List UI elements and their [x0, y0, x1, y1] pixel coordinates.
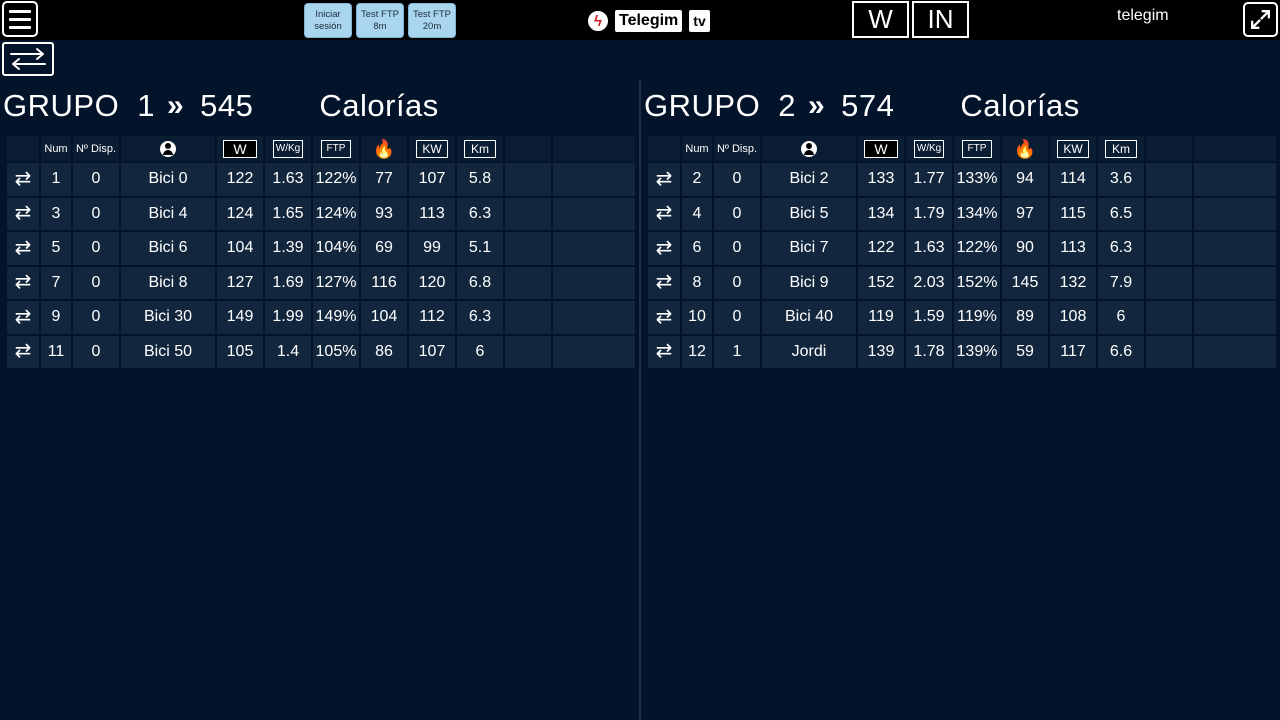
- fullscreen-icon[interactable]: [1243, 2, 1278, 37]
- table-row: ⇄ 5 0 Bici 6 104 1.39 104% 69 99 5.1: [7, 232, 635, 265]
- col-kw: KW: [1050, 136, 1096, 161]
- col-ftp: FTP: [954, 136, 1000, 161]
- rider-name: Bici 0: [121, 163, 215, 196]
- table-row: ⇄ 12 1 Jordi 139 1.78 139% 59 117 6.6: [648, 335, 1276, 368]
- test-ftp-20m-button[interactable]: Test FTP 20m: [408, 3, 456, 38]
- user-name: telegim: [1117, 7, 1169, 24]
- group-1-panel: GRUPO 1 » 545 Calorías Num Nº Disp. W W/…: [3, 86, 637, 368]
- group-word: GRUPO: [3, 88, 120, 123]
- swap-rider-icon[interactable]: ⇄: [7, 197, 39, 230]
- swap-rider-icon[interactable]: ⇄: [648, 232, 680, 265]
- group-divider: [639, 80, 641, 720]
- swap-groups-icon[interactable]: [2, 42, 54, 76]
- group-word: GRUPO: [644, 88, 761, 123]
- group-2-panel: GRUPO 2 » 574 Calorías Num Nº Disp. W W/…: [644, 86, 1278, 368]
- rider-name: Bici 8: [121, 266, 215, 299]
- col-user: [762, 136, 856, 161]
- mode-in-button[interactable]: IN: [912, 1, 969, 38]
- group-value: 545: [200, 88, 254, 123]
- rider-name: Bici 50: [121, 335, 215, 368]
- rider-name: Bici 2: [762, 163, 856, 196]
- col-num: Num: [682, 136, 712, 161]
- user-icon: [801, 140, 817, 157]
- group-metric: Calorías: [319, 88, 439, 123]
- menu-icon[interactable]: [2, 1, 38, 37]
- col-disp: Nº Disp.: [714, 136, 760, 161]
- rider-name: Bici 9: [762, 266, 856, 299]
- col-num: Num: [41, 136, 71, 161]
- col-km: Km: [457, 136, 503, 161]
- flame-icon: 🔥: [372, 138, 396, 159]
- col-w: W: [217, 136, 263, 161]
- table-row: ⇄ 7 0 Bici 8 127 1.69 127% 116 120 6.8: [7, 266, 635, 299]
- col-disp: Nº Disp.: [73, 136, 119, 161]
- col-calories: 🔥: [361, 136, 407, 161]
- col-kw: KW: [409, 136, 455, 161]
- table-row: ⇄ 1 0 Bici 0 122 1.63 122% 77 107 5.8: [7, 163, 635, 196]
- group-value: 574: [841, 88, 895, 123]
- col-wkg: W/Kg: [906, 136, 952, 161]
- table-row: ⇄ 9 0 Bici 30 149 1.99 149% 104 112 6.3: [7, 301, 635, 334]
- table-row: ⇄ 11 0 Bici 50 105 1.4 105% 86 107 6: [7, 335, 635, 368]
- swap-rider-icon[interactable]: ⇄: [7, 266, 39, 299]
- swap-rider-icon[interactable]: ⇄: [7, 163, 39, 196]
- col-calories: 🔥: [1002, 136, 1048, 161]
- swap-rider-icon[interactable]: ⇄: [7, 232, 39, 265]
- table-row: ⇄ 3 0 Bici 4 124 1.65 124% 93 113 6.3: [7, 197, 635, 230]
- swap-rider-icon[interactable]: ⇄: [648, 301, 680, 334]
- table-row: ⇄ 8 0 Bici 9 152 2.03 152% 145 132 7.9: [648, 266, 1276, 299]
- group-metric: Calorías: [960, 88, 1080, 123]
- rider-name: Bici 40: [762, 301, 856, 334]
- group-2-title: GRUPO 2 » 574 Calorías: [644, 86, 1278, 126]
- logo-mark-icon: ϟ: [586, 9, 610, 33]
- table-header: Num Nº Disp. W W/Kg FTP 🔥 KW Km: [7, 136, 635, 161]
- test-ftp-8m-button[interactable]: Test FTP 8m: [356, 3, 404, 38]
- chevron-right-icon: »: [166, 89, 185, 122]
- rider-name: Bici 30: [121, 301, 215, 334]
- rider-name: Bici 7: [762, 232, 856, 265]
- login-button[interactable]: Iniciar sesión: [304, 3, 352, 38]
- table-row: ⇄ 10 0 Bici 40 119 1.59 119% 89 108 6: [648, 301, 1276, 334]
- group-2-table: Num Nº Disp. W W/Kg FTP 🔥 KW Km ⇄ 2 0 Bi…: [646, 134, 1278, 370]
- rider-name: Jordi: [762, 335, 856, 368]
- col-w: W: [858, 136, 904, 161]
- col-user: [121, 136, 215, 161]
- table-header: Num Nº Disp. W W/Kg FTP 🔥 KW Km: [648, 136, 1276, 161]
- col-wkg: W/Kg: [265, 136, 311, 161]
- user-icon: [160, 140, 176, 157]
- flame-icon: 🔥: [1013, 138, 1037, 159]
- table-row: ⇄ 4 0 Bici 5 134 1.79 134% 97 115 6.5: [648, 197, 1276, 230]
- swap-rider-icon[interactable]: ⇄: [648, 266, 680, 299]
- col-km: Km: [1098, 136, 1144, 161]
- logo-tv: tv: [687, 8, 712, 34]
- rider-name: Bici 5: [762, 197, 856, 230]
- table-row: ⇄ 6 0 Bici 7 122 1.63 122% 90 113 6.3: [648, 232, 1276, 265]
- swap-rider-icon[interactable]: ⇄: [648, 335, 680, 368]
- telegim-logo: ϟ Telegim tv: [586, 7, 712, 35]
- swap-rider-icon[interactable]: ⇄: [648, 197, 680, 230]
- swap-rider-icon[interactable]: ⇄: [7, 335, 39, 368]
- swap-rider-icon[interactable]: ⇄: [648, 163, 680, 196]
- rider-name: Bici 4: [121, 197, 215, 230]
- group-1-title: GRUPO 1 » 545 Calorías: [3, 86, 637, 126]
- swap-rider-icon[interactable]: ⇄: [7, 301, 39, 334]
- group-number: 1: [137, 88, 155, 123]
- group-number: 2: [778, 88, 796, 123]
- logo-text: Telegim: [613, 8, 685, 34]
- group-1-table: Num Nº Disp. W W/Kg FTP 🔥 KW Km ⇄ 1 0 Bi…: [5, 134, 637, 370]
- mode-w-button[interactable]: W: [852, 1, 909, 38]
- chevron-right-icon: »: [807, 89, 826, 122]
- table-row: ⇄ 2 0 Bici 2 133 1.77 133% 94 114 3.6: [648, 163, 1276, 196]
- rider-name: Bici 6: [121, 232, 215, 265]
- top-bar: Iniciar sesión Test FTP 8m Test FTP 20m …: [0, 0, 1280, 40]
- col-ftp: FTP: [313, 136, 359, 161]
